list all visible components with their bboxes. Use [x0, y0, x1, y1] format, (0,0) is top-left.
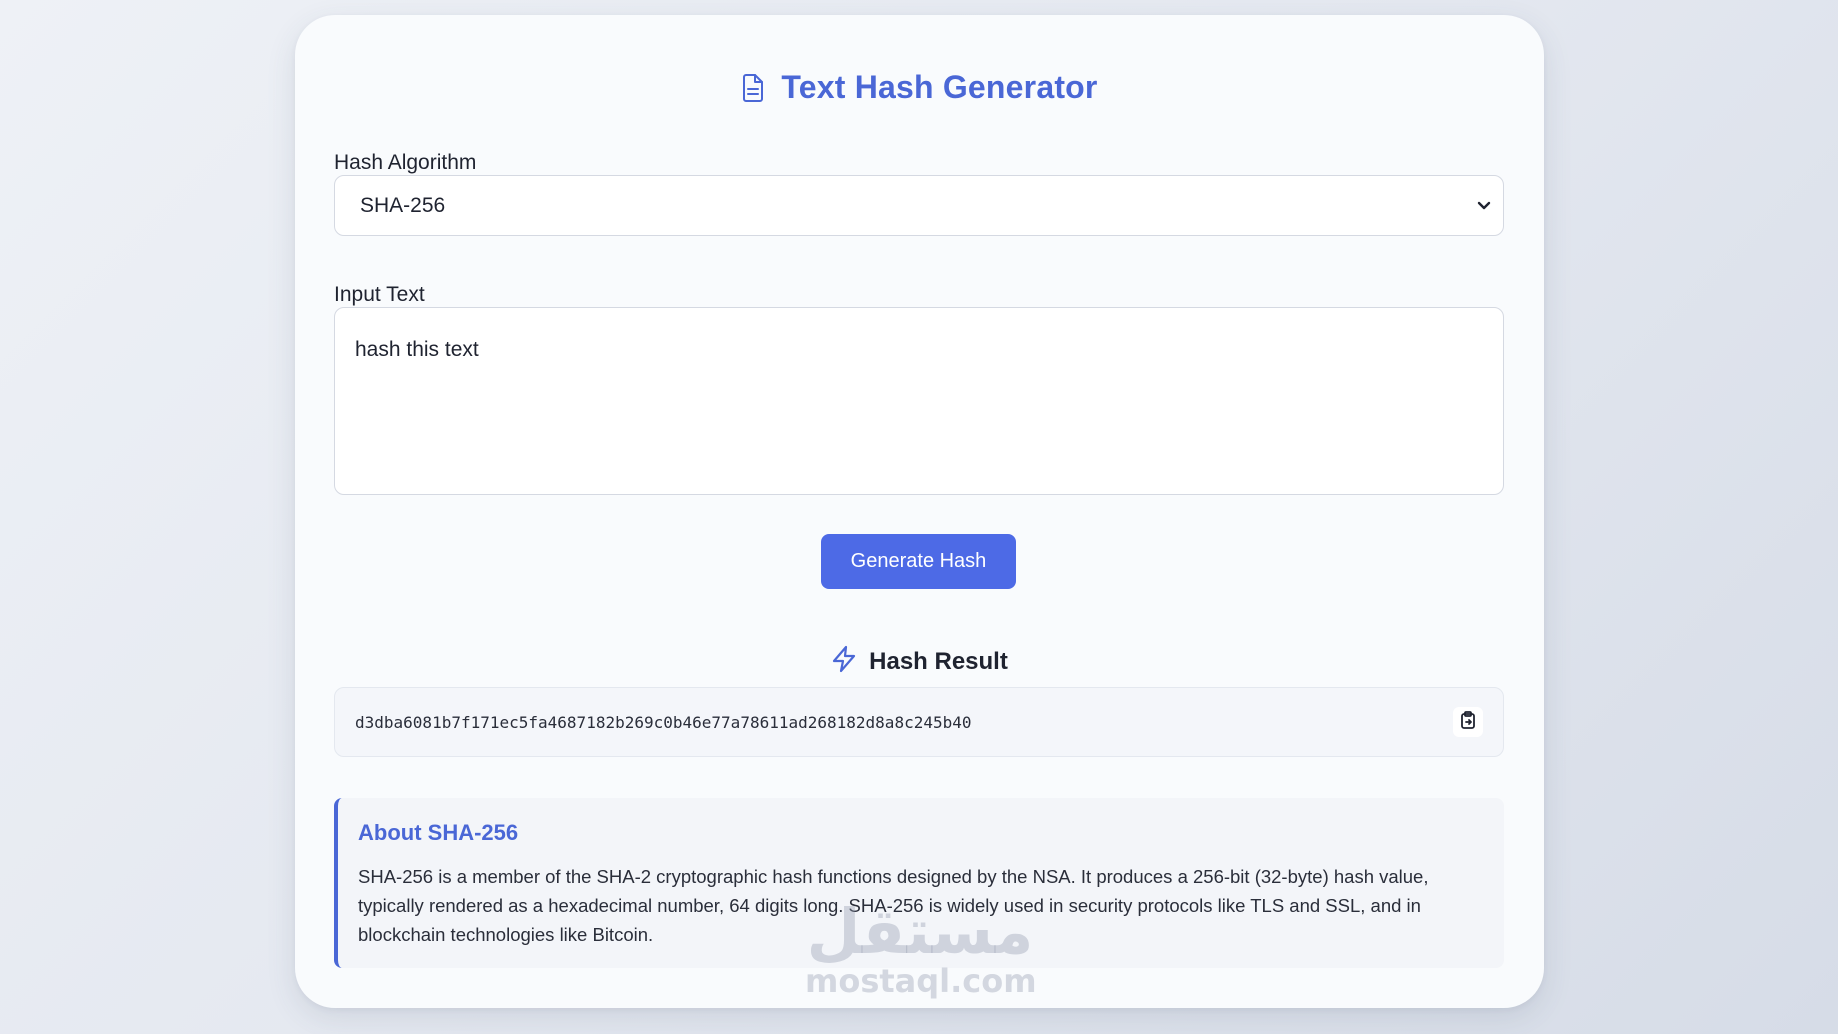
lightning-icon	[831, 645, 857, 678]
hash-result-box: d3dba6081b7f171ec5fa4687182b269c0b46e77a…	[334, 687, 1504, 757]
input-text-area[interactable]	[334, 307, 1504, 495]
header: Text Hash Generator	[295, 69, 1544, 106]
hash-value: d3dba6081b7f171ec5fa4687182b269c0b46e77a…	[355, 712, 972, 732]
about-panel: About SHA-256 SHA-256 is a member of the…	[334, 798, 1504, 968]
clipboard-icon	[1460, 710, 1476, 734]
chevron-down-icon	[1477, 201, 1491, 211]
document-icon	[741, 73, 765, 102]
generate-hash-button[interactable]: Generate Hash	[821, 534, 1016, 589]
result-header: Hash Result	[295, 645, 1544, 678]
hash-generator-card: Text Hash Generator Hash Algorithm SHA-2…	[295, 15, 1544, 1008]
hash-algorithm-select[interactable]: SHA-256	[334, 175, 1504, 236]
input-text-label: Input Text	[334, 283, 425, 306]
about-description: SHA-256 is a member of the SHA-2 cryptog…	[358, 866, 1429, 945]
about-title: About SHA-256	[358, 820, 519, 845]
copy-hash-button[interactable]	[1453, 707, 1483, 737]
hash-result-title: Hash Result	[869, 647, 1008, 675]
page-title: Text Hash Generator	[781, 69, 1098, 105]
selected-algorithm: SHA-256	[360, 193, 446, 217]
hash-algorithm-label: Hash Algorithm	[334, 151, 477, 174]
